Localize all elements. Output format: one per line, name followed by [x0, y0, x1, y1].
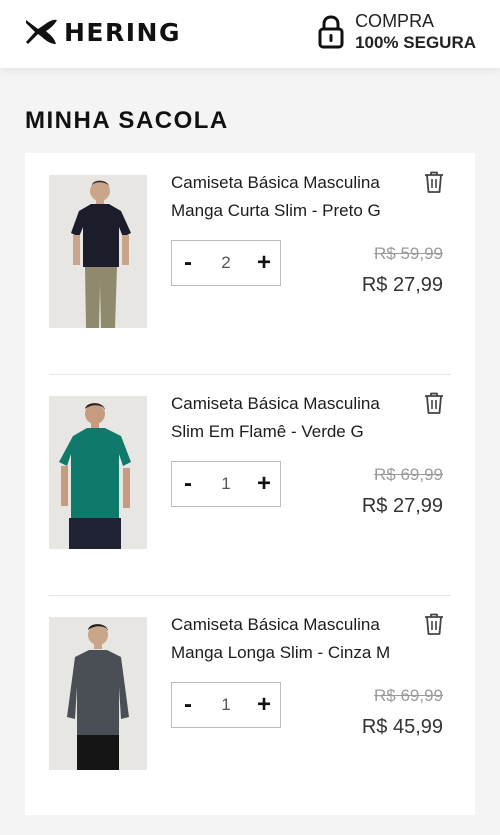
- increment-button[interactable]: +: [248, 462, 280, 506]
- quantity-stepper: - 1 +: [171, 682, 281, 728]
- increment-button[interactable]: +: [248, 241, 280, 285]
- trash-icon[interactable]: [423, 170, 445, 194]
- quantity-value: 1: [221, 695, 231, 714]
- secure-label-bottom: 100% SEGURA: [355, 33, 476, 52]
- sale-price: R$ 27,99: [361, 274, 443, 296]
- brand-logo[interactable]: HERING: [24, 16, 181, 48]
- product-photo-icon: [49, 175, 147, 328]
- product-photo-icon: [49, 396, 147, 549]
- product-name[interactable]: Camiseta Básica Masculina Manga Curta Sl…: [171, 169, 411, 225]
- product-image[interactable]: [49, 617, 147, 770]
- brand-name: HERING: [64, 17, 181, 47]
- quantity-value: 1: [221, 474, 231, 493]
- original-price: R$ 69,99: [374, 465, 443, 484]
- quantity-stepper: - 2 +: [171, 240, 281, 286]
- product-image[interactable]: [49, 175, 147, 328]
- trash-icon[interactable]: [423, 612, 445, 636]
- lock-icon: [318, 15, 344, 49]
- bag-item: Camiseta Básica Masculina Slim Em Flamê …: [25, 374, 475, 595]
- hering-fish-logo-icon: [26, 19, 57, 44]
- original-price: R$ 69,99: [374, 686, 443, 705]
- decrement-button[interactable]: -: [172, 462, 204, 506]
- bag-item: Camiseta Básica Masculina Manga Curta Sl…: [25, 153, 475, 374]
- decrement-button[interactable]: -: [172, 683, 204, 727]
- shopping-bag-list: Camiseta Básica Masculina Manga Curta Sl…: [25, 153, 475, 815]
- bag-item: Camiseta Básica Masculina Manga Longa Sl…: [25, 595, 475, 816]
- page-title: MINHA SACOLA: [25, 107, 229, 134]
- sale-price: R$ 27,99: [361, 495, 443, 517]
- trash-icon[interactable]: [423, 391, 445, 415]
- product-photo-icon: [49, 617, 147, 770]
- quantity-stepper: - 1 +: [171, 461, 281, 507]
- product-name[interactable]: Camiseta Básica Masculina Manga Longa Sl…: [171, 611, 411, 667]
- secure-label-top: COMPRA: [355, 11, 435, 31]
- quantity-value: 2: [221, 253, 231, 272]
- product-image[interactable]: [49, 396, 147, 549]
- top-header: HERING COMPRA 100% SEGURA: [0, 0, 500, 68]
- decrement-button[interactable]: -: [172, 241, 204, 285]
- increment-button[interactable]: +: [248, 683, 280, 727]
- product-name[interactable]: Camiseta Básica Masculina Slim Em Flamê …: [171, 390, 411, 446]
- secure-purchase-badge: COMPRA 100% SEGURA: [317, 10, 476, 54]
- original-price: R$ 59,99: [374, 244, 443, 263]
- sale-price: R$ 45,99: [361, 716, 443, 738]
